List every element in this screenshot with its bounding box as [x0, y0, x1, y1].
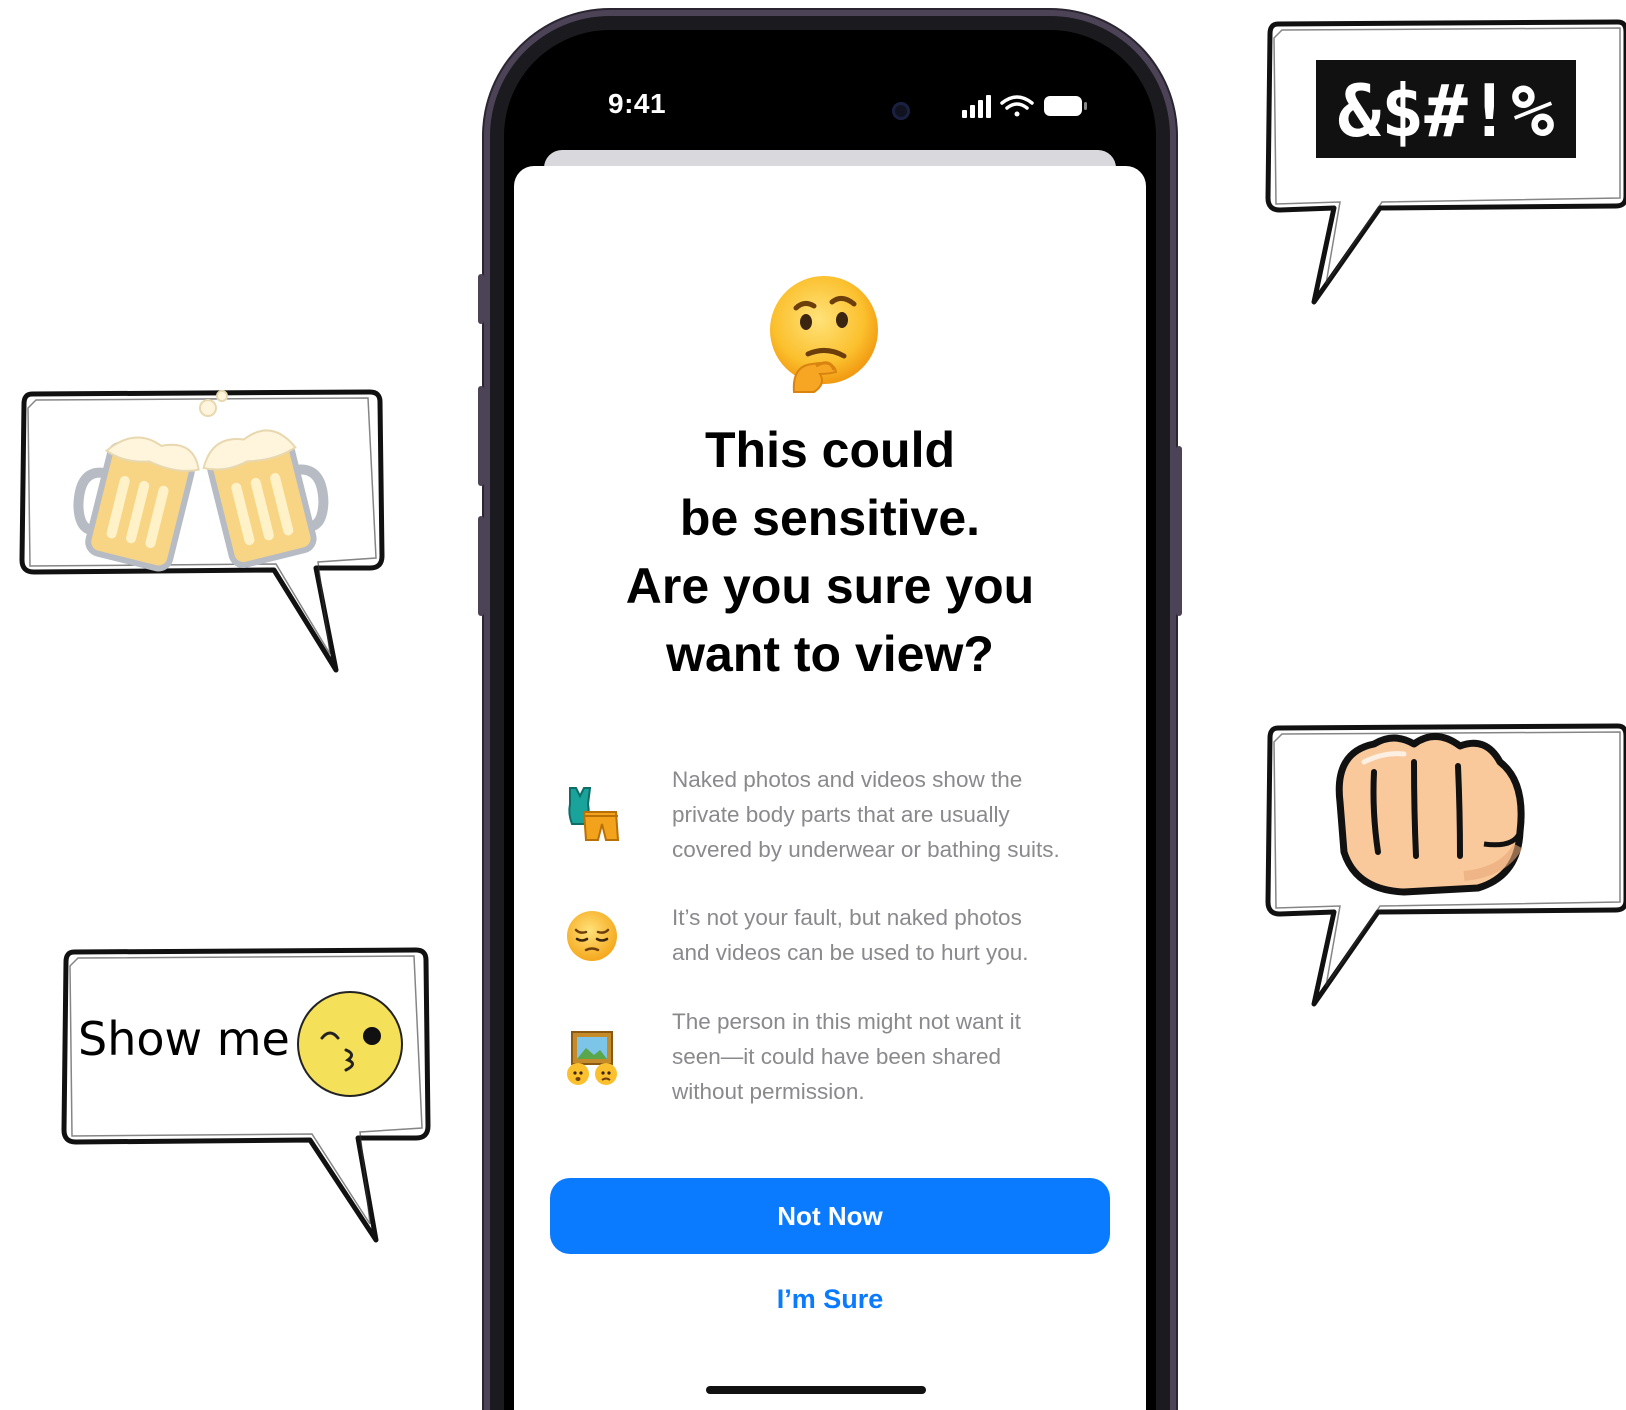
fist-icon	[1335, 733, 1525, 896]
signal-icon	[962, 95, 991, 118]
camera-icon	[892, 102, 910, 120]
swimsuit-icon	[568, 787, 620, 841]
info-line: without permission.	[672, 1079, 865, 1104]
info-line: and videos can be used to hurt you.	[672, 940, 1029, 965]
info-line: covered by underwear or bathing suits.	[672, 837, 1060, 862]
thinking-face-icon	[770, 276, 878, 393]
volume-down-button	[478, 516, 484, 616]
info-item-not-your-fault: It’s not your fault, but naked photos an…	[554, 900, 1106, 976]
speech-bubble-show-me	[61, 947, 431, 1243]
speech-bubble-beers	[19, 389, 385, 673]
info-line: seen—it could have been shared	[672, 1044, 1001, 1069]
power-button	[1176, 446, 1182, 616]
not-now-button[interactable]: Not Now	[550, 1178, 1110, 1254]
home-indicator[interactable]	[706, 1386, 926, 1394]
info-text: Naked photos and videos show the private…	[672, 762, 1106, 867]
battery-icon	[1044, 96, 1087, 116]
headline-line: be sensitive.	[679, 490, 981, 546]
info-line: Naked photos and videos show the	[672, 767, 1023, 792]
info-item-body-parts: Naked photos and videos show the private…	[554, 762, 1106, 872]
speech-bubble-fist	[1265, 723, 1626, 1007]
info-item-permission: The person in this might not want it see…	[554, 1004, 1106, 1114]
kissing-face-icon	[297, 991, 403, 1097]
info-line: private body parts that are usually	[672, 802, 1010, 827]
phone-screen: 9:41 This could be sensitive. Are you su…	[504, 30, 1156, 1410]
sensitive-content-sheet: This could be sensitive. Are you sure yo…	[514, 166, 1146, 1410]
warning-headline: This could be sensitive. Are you sure yo…	[514, 416, 1146, 688]
headline-line: want to view?	[666, 626, 994, 682]
pensive-face-icon	[567, 911, 617, 961]
headline-line: Are you sure you	[625, 558, 1035, 614]
framed-picture-icon	[567, 1031, 617, 1085]
status-icons	[962, 95, 1087, 118]
status-time: 9:41	[608, 88, 667, 119]
im-sure-button[interactable]: I’m Sure	[514, 1284, 1146, 1315]
mute-switch	[478, 274, 484, 324]
info-text: It’s not your fault, but naked photos an…	[672, 900, 1106, 970]
info-line: The person in this might not want it	[672, 1009, 1021, 1034]
volume-up-button	[478, 386, 484, 486]
wifi-icon	[1000, 95, 1034, 117]
info-text: The person in this might not want it see…	[672, 1004, 1106, 1109]
show-me-text: Show me	[78, 1012, 290, 1066]
phone-frame: 9:41 This could be sensitive. Are you su…	[478, 16, 1182, 1410]
headline-line: This could	[705, 422, 955, 478]
censored-symbols-text: &$#!%	[1338, 69, 1555, 153]
info-line: It’s not your fault, but naked photos	[672, 905, 1022, 930]
speech-bubble-symbols: &$#!%	[1265, 19, 1626, 305]
